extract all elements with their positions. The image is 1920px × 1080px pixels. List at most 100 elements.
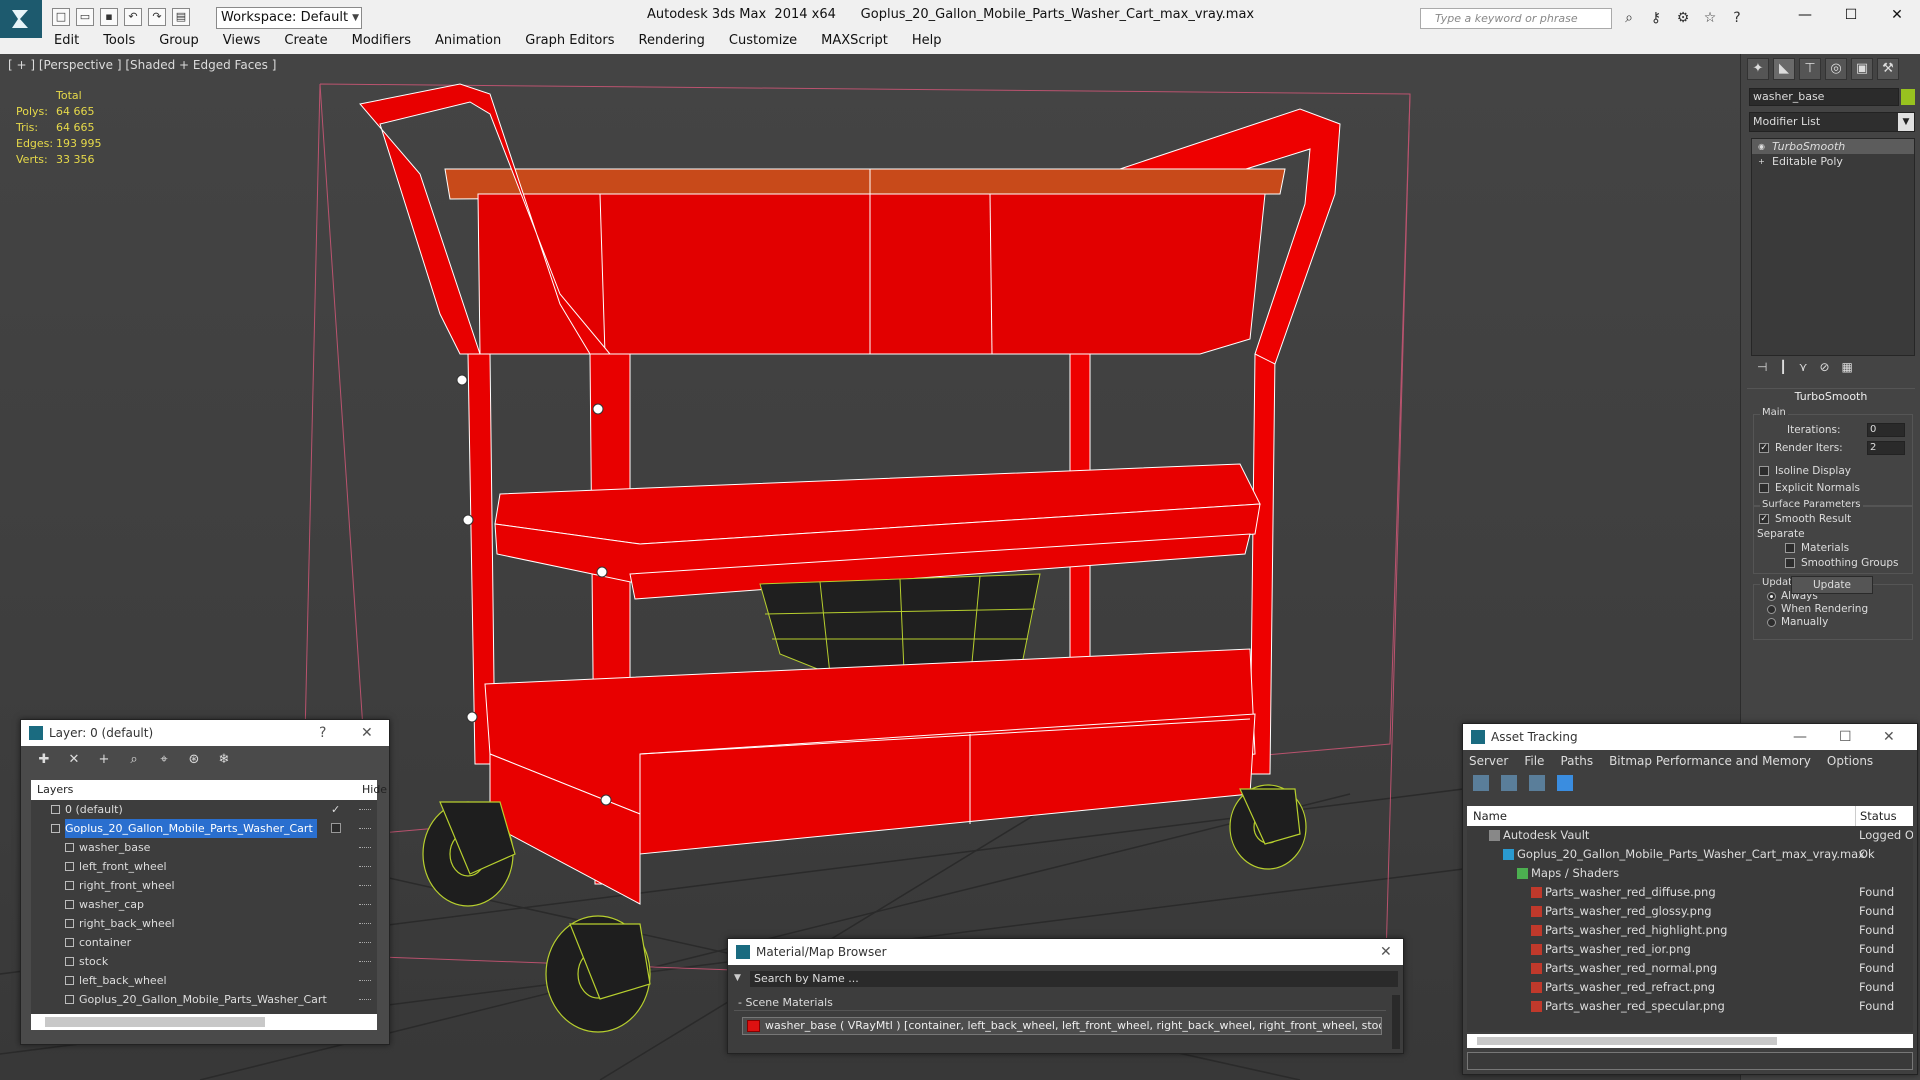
hide-toggle[interactable] — [359, 885, 371, 887]
horizontal-scrollbar[interactable] — [1467, 1034, 1913, 1048]
menu-modifiers[interactable]: Modifiers — [340, 30, 423, 52]
undo-icon[interactable]: ↶ — [124, 8, 142, 26]
menu-file[interactable]: File — [1524, 750, 1544, 772]
expand-plus-icon[interactable]: + — [1757, 157, 1766, 166]
new-file-icon[interactable]: □ — [52, 8, 70, 26]
maximize-button[interactable]: ☐ — [1839, 724, 1852, 750]
viewport-label[interactable]: [ + ] [Perspective ] [Shaded + Edged Fac… — [8, 58, 276, 72]
asset-row[interactable]: Parts_washer_red_diffuse.png Found — [1467, 883, 1913, 902]
smoothing-groups-checkbox[interactable] — [1785, 558, 1795, 568]
workspace-select[interactable]: Workspace: Default ▼ — [216, 7, 362, 29]
material-browser-titlebar[interactable]: Material/Map Browser ✕ — [728, 939, 1403, 965]
explicit-normals-checkbox[interactable] — [1759, 483, 1769, 493]
favorites-star-icon[interactable]: ☆ — [1701, 10, 1719, 26]
show-end-result-icon[interactable]: ┃ — [1779, 360, 1786, 380]
menu-bitmap-performance[interactable]: Bitmap Performance and Memory — [1609, 750, 1811, 772]
isoline-display-checkbox[interactable] — [1759, 466, 1769, 476]
asset-row[interactable]: Maps / Shaders — [1467, 864, 1913, 883]
layer-object-row[interactable]: washer_base — [31, 838, 377, 857]
pin-stack-icon[interactable]: ⊣ — [1757, 360, 1767, 380]
hide-toggle[interactable] — [359, 847, 371, 849]
keyword-search-input[interactable]: Type a keyword or phrase — [1420, 8, 1612, 29]
hide-all-icon[interactable]: ⊛ — [185, 752, 203, 767]
create-layer-icon[interactable]: ✚ — [35, 752, 53, 767]
asset-row[interactable]: Parts_washer_red_specular.png Found — [1467, 997, 1913, 1016]
menu-create[interactable]: Create — [272, 30, 339, 52]
display-tab-icon[interactable]: ▣ — [1851, 58, 1873, 80]
asset-row[interactable]: Parts_washer_red_normal.png Found — [1467, 959, 1913, 978]
delete-layer-icon[interactable]: ✕ — [65, 752, 83, 767]
asset-row[interactable]: Parts_washer_red_ior.png Found — [1467, 940, 1913, 959]
help-icon[interactable]: ? — [1728, 10, 1746, 26]
binoculars-icon[interactable]: ⌕ — [1620, 10, 1638, 26]
hide-toggle[interactable] — [359, 866, 371, 868]
help-button[interactable]: ? — [319, 720, 326, 746]
column-hide[interactable]: Hide — [362, 780, 387, 800]
open-file-icon[interactable]: ▭ — [76, 8, 94, 26]
scene-materials-header[interactable]: - Scene Materials — [734, 995, 1386, 1011]
sign-in-icon[interactable]: ⚷ — [1647, 10, 1665, 26]
layer-object-row[interactable]: stock — [31, 952, 377, 971]
render-iters-checkbox[interactable]: ✓ — [1759, 443, 1769, 453]
remove-modifier-icon[interactable]: ⊘ — [1819, 360, 1829, 380]
vertical-scrollbar[interactable] — [1392, 995, 1400, 1049]
asset-tracking-titlebar[interactable]: Asset Tracking — ☐ ✕ — [1463, 724, 1917, 750]
freeze-all-icon[interactable]: ❄ — [215, 752, 233, 767]
material-entry[interactable]: washer_base ( VRayMtl ) [container, left… — [742, 1017, 1382, 1035]
asset-path-field[interactable] — [1467, 1052, 1913, 1070]
layer-explorer-titlebar[interactable]: Layer: 0 (default) ? ✕ — [21, 720, 389, 746]
menu-animation[interactable]: Animation — [423, 30, 513, 52]
stack-item-editable-poly[interactable]: + Editable Poly — [1752, 154, 1914, 169]
create-tab-icon[interactable]: ✦ — [1747, 58, 1769, 80]
menu-help[interactable]: Help — [900, 30, 954, 52]
hide-toggle[interactable] — [359, 923, 371, 925]
layer-object-row[interactable]: left_back_wheel — [31, 971, 377, 990]
horizontal-scrollbar[interactable] — [31, 1014, 377, 1030]
menu-paths[interactable]: Paths — [1560, 750, 1593, 772]
manually-radio[interactable] — [1767, 618, 1776, 627]
close-button[interactable]: ✕ — [361, 720, 373, 746]
layer-object-row[interactable]: right_back_wheel — [31, 914, 377, 933]
utilities-tab-icon[interactable]: ⚒ — [1877, 58, 1899, 80]
layer-row[interactable]: 0 (default) ✓ — [31, 800, 377, 819]
highlight-layer-icon[interactable]: ⌖ — [155, 752, 173, 767]
redo-icon[interactable]: ↷ — [148, 8, 166, 26]
column-name[interactable]: Name — [1473, 806, 1507, 826]
close-window-button[interactable]: ✕ — [1874, 0, 1920, 30]
render-iters-spinner[interactable]: 2 — [1867, 441, 1905, 455]
smooth-result-checkbox[interactable]: ✓ — [1759, 514, 1769, 524]
column-layers[interactable]: Layers — [37, 780, 73, 800]
menu-group[interactable]: Group — [147, 30, 211, 52]
menu-rendering[interactable]: Rendering — [627, 30, 717, 52]
lightbulb-icon[interactable]: ◉ — [1757, 142, 1766, 151]
when-rendering-radio[interactable] — [1767, 605, 1776, 614]
refresh-icon[interactable] — [1473, 775, 1489, 791]
layer-toggle[interactable] — [331, 823, 341, 833]
hierarchy-tab-icon[interactable]: ⊤ — [1799, 58, 1821, 80]
minimize-button[interactable]: — — [1782, 0, 1828, 30]
column-status[interactable]: Status — [1855, 806, 1897, 826]
search-options-chevron-icon[interactable]: ▼ — [734, 973, 741, 983]
close-button[interactable]: ✕ — [1883, 724, 1895, 750]
object-name-field[interactable]: washer_base — [1749, 88, 1899, 106]
always-radio[interactable] — [1767, 592, 1776, 601]
motion-tab-icon[interactable]: ◎ — [1825, 58, 1847, 80]
maximize-button[interactable]: ☐ — [1828, 0, 1874, 30]
material-search-input[interactable]: Search by Name ... — [750, 971, 1398, 987]
project-folder-icon[interactable]: ▤ — [172, 8, 190, 26]
hide-toggle[interactable] — [359, 809, 371, 811]
hide-toggle[interactable] — [359, 999, 371, 1001]
layer-object-row[interactable]: right_front_wheel — [31, 876, 377, 895]
table-view-icon[interactable] — [1557, 775, 1573, 791]
menu-edit[interactable]: Edit — [42, 30, 91, 52]
menu-options[interactable]: Options — [1827, 750, 1873, 772]
asset-row[interactable]: Goplus_20_Gallon_Mobile_Parts_Washer_Car… — [1467, 845, 1913, 864]
make-unique-icon[interactable]: ⋎ — [1799, 360, 1808, 380]
asset-row[interactable]: Autodesk Vault Logged O — [1467, 826, 1913, 845]
modify-tab-icon[interactable]: ◣ — [1773, 58, 1795, 80]
minimize-button[interactable]: — — [1793, 724, 1807, 750]
layer-object-row[interactable]: container — [31, 933, 377, 952]
layer-object-row[interactable]: Goplus_20_Gallon_Mobile_Parts_Washer_Car… — [31, 990, 377, 1009]
close-button[interactable]: ✕ — [1380, 939, 1392, 965]
layer-object-row[interactable]: left_front_wheel — [31, 857, 377, 876]
